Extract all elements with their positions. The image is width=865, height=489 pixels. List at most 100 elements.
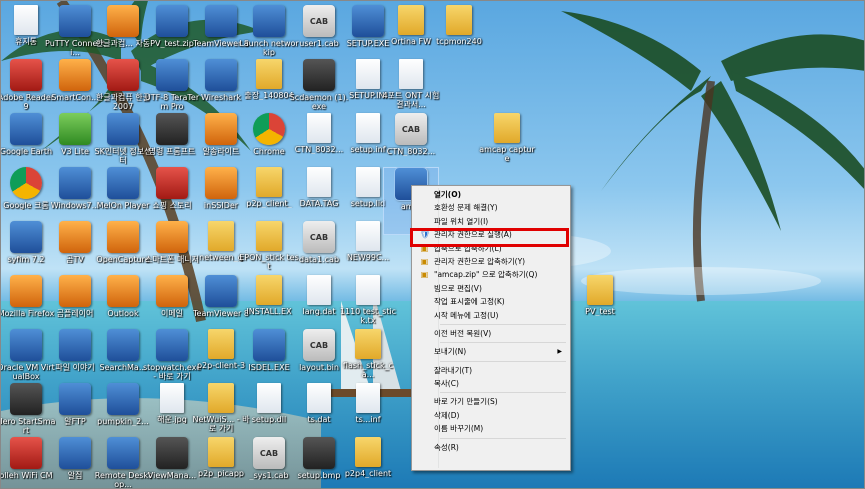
context-menu-item[interactable]: 삭제(D) — [414, 409, 568, 422]
smartcon-icon — [59, 59, 91, 91]
desktop-icon-label: tcpmon240 — [436, 37, 482, 46]
windows7-icon — [59, 167, 91, 199]
desktop-icon[interactable]: olleh WiFi CM — [1, 437, 54, 488]
context-menu-item-label: 보내기(N) — [434, 347, 467, 357]
cab-file-icon: CAB — [253, 437, 285, 469]
folder-icon — [446, 5, 472, 35]
wireshark-icon — [205, 59, 237, 91]
context-menu-item[interactable]: ▣ "amcap.zip" 으로 압축하기(Q) — [414, 268, 568, 281]
context-menu-item[interactable]: 시작 메뉴에 고정(U) — [414, 309, 568, 322]
context-menu-item[interactable]: 호환성 문제 해결(Y) — [414, 201, 568, 214]
desktop-icon[interactable]: setup.bmp — [291, 437, 347, 488]
folder-icon — [208, 221, 234, 251]
folder-icon — [355, 329, 381, 359]
file-icon — [356, 167, 380, 197]
context-menu-item[interactable]: 보내기(N) ▶ — [414, 345, 568, 358]
email-icon — [156, 275, 188, 307]
desktop-icon-label: CTN_8032... — [386, 147, 436, 156]
pumpkin-icon — [107, 383, 139, 415]
folder-icon — [208, 437, 234, 467]
stopwatch-icon — [156, 329, 188, 361]
adobe-reader-icon — [10, 59, 42, 91]
folder-icon — [256, 275, 282, 305]
syfim-icon — [10, 221, 42, 253]
desktop-icon[interactable]: CAB _sys1.cab — [241, 437, 297, 488]
viewmanager-icon — [156, 437, 188, 469]
context-menu-item[interactable]: 복사(C) — [414, 377, 568, 390]
dll-file-icon — [257, 383, 281, 413]
context-menu-item[interactable]: 속성(R) — [414, 441, 568, 454]
desktop-icon-label: 1110 test_stick.tx — [339, 307, 397, 325]
putty-icon — [59, 5, 91, 37]
folder-icon — [494, 113, 520, 143]
context-menu-item[interactable]: 작업 표시줄에 고정(K) — [414, 295, 568, 308]
dat-file-icon — [307, 383, 331, 413]
desktop[interactable]: 휴지통 PuTTY Connecti... 한글과컴... 자동 PV_test.zi… — [0, 0, 865, 489]
context-menu-item-label: 열기(O) — [434, 190, 462, 199]
context-menu-item-label: 복사(C) — [434, 379, 459, 389]
teamviewer-icon — [205, 5, 237, 37]
file-icon — [356, 383, 380, 413]
launch-icon — [253, 5, 285, 37]
context-menu-item[interactable]: 잘라내기(T) — [414, 364, 568, 377]
bin-file-icon: CAB — [303, 329, 335, 361]
context-menu-item[interactable]: 바로 가기 만들기(S) — [414, 395, 568, 408]
context-menu-item-label: 파일 위치 열기(I) — [434, 216, 489, 226]
context-menu-item[interactable]: 빔으로 편집(V) — [414, 282, 568, 295]
context-menu-item-label: 이전 버전 복원(V) — [434, 328, 492, 338]
context-menu-item[interactable]: 이름 바꾸기(M) — [414, 422, 568, 435]
context-menu-item-label: 압축으로 압축하기(L) — [434, 243, 502, 253]
alzip-icon — [59, 437, 91, 469]
file-icon — [356, 221, 380, 251]
context-menu-item-label: "amcap.zip" 으로 압축하기(Q) — [434, 270, 538, 280]
inssider-icon — [205, 167, 237, 199]
desktop-icon-label: amcap capture — [479, 145, 535, 163]
desktop-icon[interactable]: PV_test — [572, 275, 628, 343]
desktop-icon[interactable]: tcpmon240 — [431, 5, 487, 73]
recycle-bin-icon — [14, 5, 38, 35]
dat-file-icon — [307, 275, 331, 305]
folder-icon — [355, 437, 381, 467]
google-earth-icon — [10, 113, 42, 145]
context-menu-item-label: 잘라내기(T) — [434, 365, 473, 375]
hangul-icon — [107, 59, 139, 91]
alsong-icon — [205, 113, 237, 145]
context-menu-item[interactable]: ▣ 관리자 권한으로 압축하기(Y) — [414, 255, 568, 268]
desktop-icon[interactable]: ViewMana... — [144, 437, 200, 488]
menu-separator — [440, 392, 566, 394]
context-menu: 열기(O) 호환성 문제 해결(Y) 파일 위치 열기(I) 🛡 관리자 권한으로 실행… — [411, 185, 571, 471]
firefox-icon — [10, 275, 42, 307]
alftp-icon — [59, 383, 91, 415]
submenu-arrow-icon: ▶ — [557, 348, 562, 356]
cab-file-icon: CAB — [303, 221, 335, 253]
desktop-icon[interactable]: amcap capture — [479, 113, 535, 181]
folder-icon — [587, 275, 613, 305]
desktop-icon[interactable]: Remote Desktop... — [95, 437, 151, 488]
alzip-icon: ▣ — [420, 270, 429, 280]
context-menu-item[interactable]: 열기(O) — [414, 188, 568, 201]
folder-icon — [398, 5, 424, 35]
context-menu-item-label: 관리자 권한으로 압축하기(Y) — [434, 256, 526, 266]
desktop-icon-label: ts...inf — [355, 415, 381, 424]
context-menu-item[interactable]: 이전 버전 복원(V) — [414, 327, 568, 340]
context-menu-item-label: 빔으로 편집(V) — [434, 283, 482, 293]
context-menu-item-label: 바로 가기 만들기(S) — [434, 397, 498, 407]
file-icon — [307, 167, 331, 197]
outlook-icon — [107, 275, 139, 307]
gomplayer-icon — [59, 275, 91, 307]
olleh-wifi-icon — [10, 437, 42, 469]
nero-icon — [10, 383, 42, 415]
context-menu-item-label: 시작 메뉴에 고정(U) — [434, 310, 499, 320]
alzip-icon: ▣ — [420, 256, 429, 266]
smartphone-manager-icon — [156, 221, 188, 253]
chrome-icon — [10, 167, 42, 199]
menu-separator — [440, 360, 566, 362]
context-menu-item[interactable]: ▣ 압축으로 압축하기(L) — [414, 242, 568, 255]
desktop-icon[interactable]: p2p4_client — [340, 437, 396, 488]
zip-archive-icon — [156, 5, 188, 37]
alzip-icon: ▣ — [420, 243, 429, 253]
command-prompt-icon — [156, 113, 188, 145]
hancom-icon — [107, 5, 139, 37]
context-menu-item[interactable]: 🛡 관리자 권한으로 실행(A) — [414, 228, 568, 241]
context-menu-item[interactable]: 파일 위치 열기(I) — [414, 215, 568, 228]
